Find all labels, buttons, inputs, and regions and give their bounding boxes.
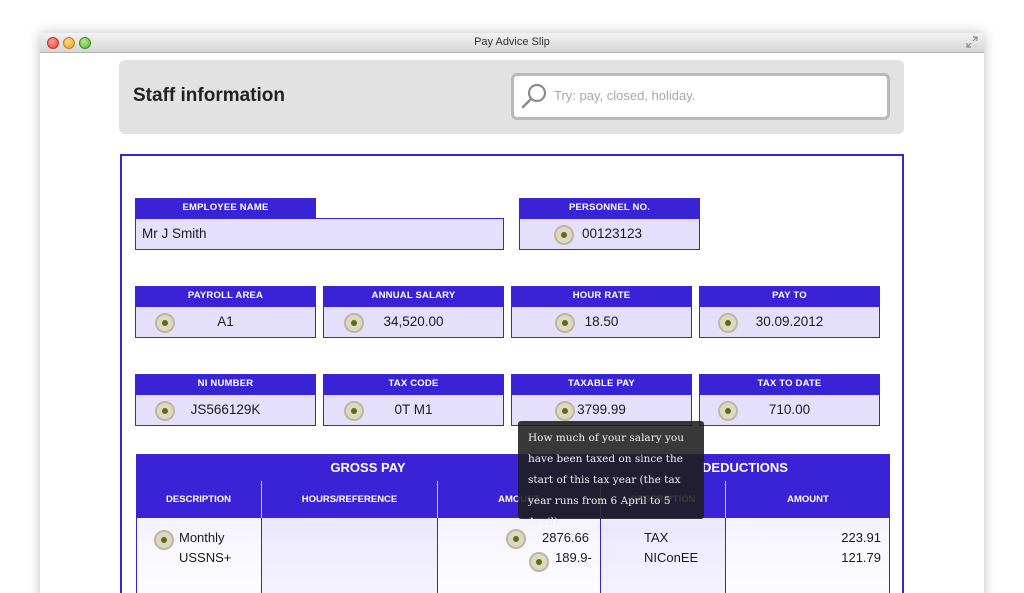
- tax-code-value: 0T M1: [394, 402, 433, 417]
- hour-rate-field: HOUR RATE 18.50: [511, 286, 692, 338]
- tax-code-box: 0T M1: [323, 394, 504, 426]
- gross-hours-column: [261, 518, 437, 593]
- pay-slip-panel: EMPLOYEE NAME Mr J Smith PERSONNEL NO. 0…: [120, 154, 904, 593]
- pay-breakdown-table: GROSS PAY DEDUCTIONS DESCRIPTION HOURS/R…: [136, 454, 891, 593]
- info-icon[interactable]: [344, 313, 364, 333]
- search-box[interactable]: [511, 73, 890, 120]
- deduction-row-amount: 121.79: [841, 550, 881, 565]
- ni-number-label: NI NUMBER: [135, 374, 316, 394]
- pay-to-label: PAY TO: [699, 286, 880, 306]
- personnel-no-box: 00123123: [519, 218, 700, 250]
- staff-header: Staff information: [119, 60, 904, 134]
- info-icon[interactable]: [718, 313, 738, 333]
- gross-row-description: Monthly: [179, 530, 225, 545]
- annual-salary-value: 34,520.00: [383, 314, 444, 329]
- personnel-no-field: PERSONNEL NO. 00123123: [519, 198, 700, 250]
- info-icon[interactable]: [155, 401, 175, 421]
- payroll-area-value: A1: [217, 314, 234, 329]
- pay-to-box: 30.09.2012: [699, 306, 880, 338]
- deduction-row-amount: 223.91: [841, 530, 881, 545]
- fullscreen-icon[interactable]: [966, 36, 978, 48]
- hour-rate-label: HOUR RATE: [511, 286, 692, 306]
- employee-name-value: Mr J Smith: [135, 218, 504, 250]
- annual-salary-box: 34,520.00: [323, 306, 504, 338]
- info-icon[interactable]: [506, 529, 526, 549]
- taxable-pay-field: TAXABLE PAY 3799.99: [511, 374, 692, 426]
- personnel-no-label: PERSONNEL NO.: [519, 198, 700, 218]
- search-input[interactable]: [554, 88, 874, 103]
- info-icon[interactable]: [529, 552, 549, 572]
- payroll-area-label: PAYROLL AREA: [135, 286, 316, 306]
- gross-row-amount: 189.9-: [555, 550, 592, 565]
- title-bar: Pay Advice Slip: [40, 33, 984, 53]
- page-title: Staff information: [133, 85, 285, 106]
- payroll-area-box: A1: [135, 306, 316, 338]
- tax-code-field: TAX CODE 0T M1: [323, 374, 504, 426]
- tax-to-date-label: TAX TO DATE: [699, 374, 880, 394]
- taxable-pay-tooltip: How much of your salary you have been ta…: [518, 421, 704, 528]
- taxable-pay-label: TAXABLE PAY: [511, 374, 692, 394]
- tax-to-date-box: 710.00: [699, 394, 880, 426]
- deductions-amount-header: AMOUNT: [725, 481, 890, 518]
- pay-to-field: PAY TO 30.09.2012: [699, 286, 880, 338]
- tax-code-label: TAX CODE: [323, 374, 504, 394]
- info-icon[interactable]: [554, 225, 574, 245]
- gross-hours-header: HOURS/REFERENCE: [261, 481, 437, 518]
- info-icon[interactable]: [155, 313, 175, 333]
- search-icon: [520, 81, 550, 111]
- tax-to-date-value: 710.00: [768, 402, 811, 417]
- gross-description-header: DESCRIPTION: [136, 481, 261, 518]
- deduction-row-description: NIConEE: [644, 550, 699, 565]
- app-window: Pay Advice Slip Staff information EMPLOY…: [40, 33, 984, 593]
- hour-rate-value: 18.50: [584, 314, 619, 329]
- ni-number-field: NI NUMBER JS566129K: [135, 374, 316, 426]
- deduction-row-description: TAX: [644, 530, 669, 545]
- info-icon[interactable]: [154, 530, 174, 550]
- employee-name-field: EMPLOYEE NAME Mr J Smith: [135, 198, 504, 250]
- tax-to-date-field: TAX TO DATE 710.00: [699, 374, 880, 426]
- info-icon[interactable]: [555, 401, 575, 421]
- info-icon[interactable]: [718, 401, 738, 421]
- info-icon[interactable]: [344, 401, 364, 421]
- payroll-area-field: PAYROLL AREA A1: [135, 286, 316, 338]
- ni-number-box: JS566129K: [135, 394, 316, 426]
- info-icon[interactable]: [555, 313, 575, 333]
- annual-salary-label: ANNUAL SALARY: [323, 286, 504, 306]
- gross-row-description: USSNS+: [179, 550, 232, 565]
- ni-number-value: JS566129K: [190, 402, 261, 417]
- hour-rate-box: 18.50: [511, 306, 692, 338]
- window-title: Pay Advice Slip: [474, 36, 550, 48]
- employee-name-label: EMPLOYEE NAME: [135, 198, 316, 218]
- personnel-no-value: 00123123: [582, 226, 643, 241]
- annual-salary-field: ANNUAL SALARY 34,520.00: [323, 286, 504, 338]
- pay-to-value: 30.09.2012: [755, 314, 824, 329]
